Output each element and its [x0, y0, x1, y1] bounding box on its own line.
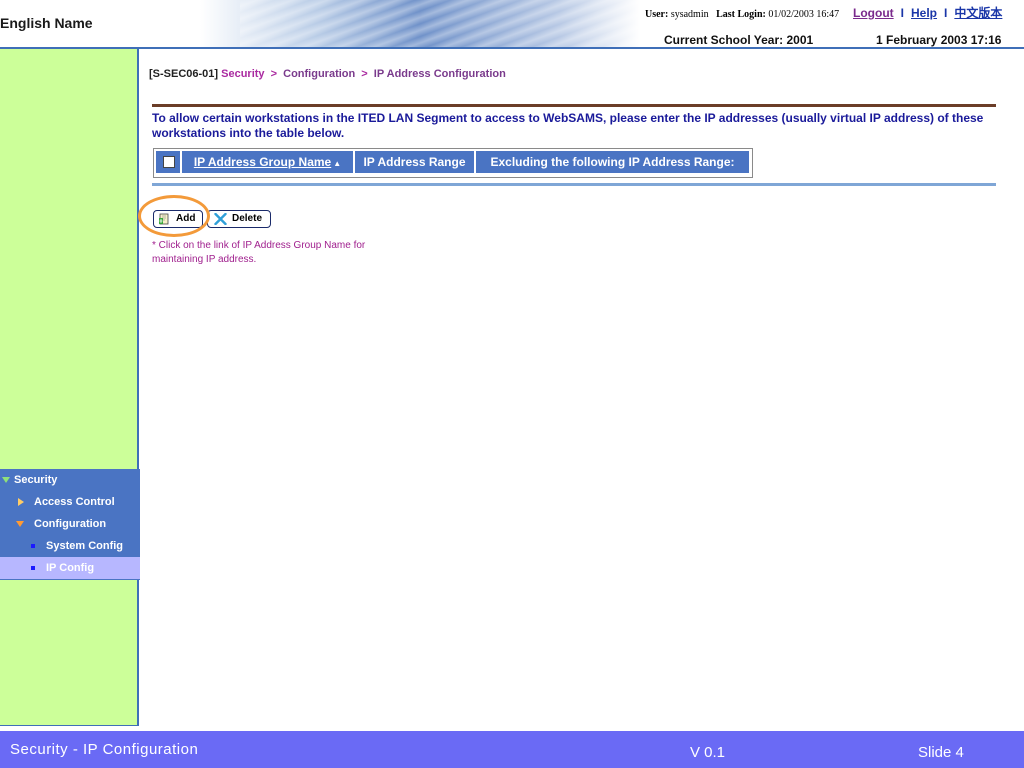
- collapsed-arrow-icon: [18, 498, 24, 506]
- breadcrumb-item-security[interactable]: Security: [221, 68, 264, 80]
- slide-footer: Security - IP Configuration V 0.1 Slide …: [0, 731, 1024, 768]
- add-button[interactable]: Add: [153, 210, 203, 228]
- user-name: sysadmin: [670, 9, 709, 20]
- header-bar: English Name User: sysadmin Last Login: …: [0, 0, 1024, 48]
- section-divider-top: [152, 104, 996, 107]
- header-links: Logout I Help I 中文版本: [853, 4, 1002, 21]
- link-separator: I: [944, 6, 948, 20]
- ip-address-table: IP Address Group Name ▲ IP Address Range …: [153, 148, 753, 178]
- current-school-year: Current School Year: 2001: [664, 33, 814, 47]
- sidebar-item-security[interactable]: Security: [0, 469, 140, 491]
- app-name: English Name: [0, 15, 93, 31]
- sidebar-item-label: Configuration: [34, 518, 107, 530]
- footer-title: Security - IP Configuration: [10, 741, 199, 758]
- breadcrumb-item-current: IP Address Configuration: [373, 68, 506, 80]
- user-label: User:: [645, 9, 669, 20]
- add-button-label: Add: [176, 213, 196, 224]
- help-link[interactable]: Help: [911, 6, 937, 20]
- expanded-arrow-icon: [16, 521, 24, 527]
- breadcrumb-separator: >: [361, 68, 368, 80]
- last-login-value: 01/02/2003 16:47: [768, 9, 840, 20]
- current-date-time: 1 February 2003 17:16: [876, 33, 1002, 47]
- bullet-icon: [31, 544, 35, 548]
- main-content: [S-SEC06-01] Security > Configuration > …: [138, 49, 1024, 731]
- link-separator: I: [900, 6, 904, 20]
- column-header-excluding-range: Excluding the following IP Address Range…: [476, 151, 749, 173]
- chinese-version-link[interactable]: 中文版本: [954, 6, 1002, 20]
- help-note: * Click on the link of IP Address Group …: [152, 240, 366, 265]
- breadcrumb-item-configuration[interactable]: Configuration: [283, 68, 355, 80]
- last-login-label: Last Login:: [716, 9, 766, 20]
- footer-version: V 0.1: [690, 744, 726, 761]
- sidebar-item-label: System Config: [46, 540, 124, 552]
- page-code: [S-SEC06-01]: [149, 68, 219, 80]
- add-document-icon: [159, 213, 169, 225]
- user-info: User: sysadmin Last Login: 01/02/2003 16…: [645, 9, 839, 20]
- sidebar: Security Access Control Configuration Sy…: [0, 49, 140, 731]
- logout-link[interactable]: Logout: [853, 6, 894, 20]
- column-header-label: IP Address Group Name: [193, 155, 332, 169]
- column-header-group-name[interactable]: IP Address Group Name ▲: [182, 151, 353, 173]
- delete-button-label: Delete: [232, 213, 263, 224]
- sort-ascending-icon: ▲: [333, 159, 342, 168]
- footer-slide-number: Slide 4: [918, 744, 964, 761]
- select-all-header: [156, 151, 180, 173]
- delete-button[interactable]: Delete: [207, 210, 271, 228]
- sidebar-item-label: Security: [14, 474, 58, 486]
- breadcrumb-separator: >: [270, 68, 278, 80]
- bullet-icon: [31, 566, 35, 570]
- instruction-text: To allow certain workstations in the ITE…: [152, 111, 984, 140]
- delete-x-icon: [214, 213, 227, 225]
- breadcrumb: [S-SEC06-01] Security > Configuration > …: [149, 68, 506, 80]
- sidebar-item-label: IP Config: [46, 562, 95, 574]
- sidebar-item-system-config[interactable]: System Config: [0, 535, 140, 557]
- sidebar-item-ip-config[interactable]: IP Config: [0, 557, 140, 579]
- sidebar-bottom-panel: [0, 580, 139, 726]
- select-all-checkbox[interactable]: [163, 156, 175, 168]
- sidebar-item-configuration[interactable]: Configuration: [0, 513, 140, 535]
- expanded-arrow-icon: [2, 477, 10, 483]
- header-banner-graphic: [240, 0, 660, 48]
- sidebar-nav: Security Access Control Configuration Sy…: [0, 469, 140, 580]
- section-divider-bottom: [152, 183, 996, 186]
- sidebar-top-panel: [0, 49, 139, 469]
- sidebar-item-label: Access Control: [34, 496, 115, 508]
- column-header-ip-range: IP Address Range: [355, 151, 474, 173]
- sidebar-item-access-control[interactable]: Access Control: [0, 491, 140, 513]
